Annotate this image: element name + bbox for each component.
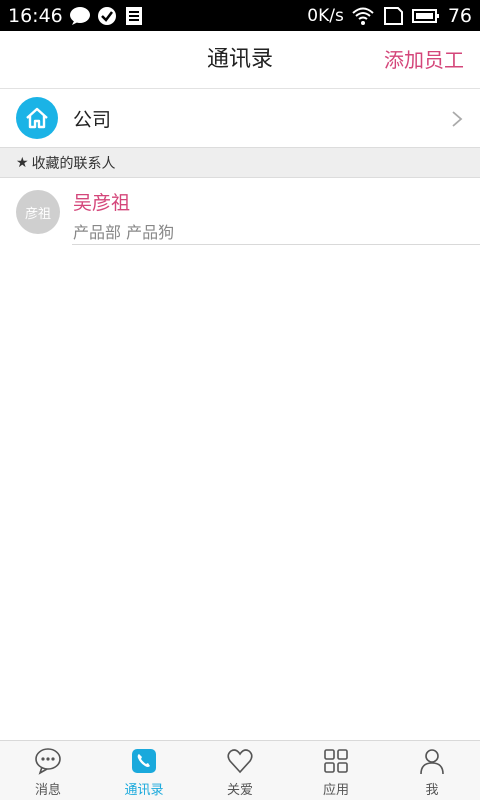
chevron-right-icon: [450, 110, 464, 128]
status-time: 16:46: [8, 4, 63, 27]
battery-level: 76: [447, 4, 472, 27]
wifi-icon: [352, 6, 374, 26]
heart-icon: [226, 747, 254, 775]
person-icon: [418, 747, 446, 775]
battery-icon: [411, 6, 440, 26]
favorites-section-header: ★ 收藏的联系人: [0, 148, 480, 178]
message-notification-icon: [69, 6, 91, 26]
company-label: 公司: [73, 108, 112, 131]
tab-label: 关爱: [226, 783, 253, 798]
star-icon: ★: [16, 154, 29, 171]
contact-list-item[interactable]: 彦祖 吴彦祖 产品部 产品狗: [0, 179, 480, 245]
network-speed: 0K/s: [307, 5, 344, 26]
favorites-section-title: 收藏的联系人: [31, 155, 116, 172]
add-employee-button[interactable]: 添加员工: [384, 31, 464, 89]
tab-label: 应用: [322, 783, 349, 798]
tab-apps[interactable]: 应用: [288, 741, 384, 800]
company-entry[interactable]: 公司: [0, 89, 480, 148]
divider: [72, 244, 480, 245]
tab-me[interactable]: 我: [384, 741, 480, 800]
tab-contacts[interactable]: 通讯录: [96, 741, 192, 800]
bottom-tab-bar: 消息 通讯录 关爱 应用 我: [0, 740, 480, 800]
sim-icon: [382, 6, 404, 26]
contact-department: 产品部 产品狗: [73, 223, 175, 242]
tab-care[interactable]: 关爱: [192, 741, 288, 800]
contact-name: 吴彦祖: [73, 192, 131, 214]
home-icon: [16, 97, 58, 139]
apps-grid-icon: [322, 747, 350, 775]
app-header: 通讯录 添加员工: [0, 31, 480, 89]
tab-label: 通讯录: [124, 783, 164, 798]
chat-bubble-icon: [34, 747, 62, 775]
document-notification-icon: [125, 6, 147, 26]
contact-avatar: 彦祖: [16, 190, 60, 234]
tab-label: 消息: [34, 783, 61, 798]
status-bar: 16:46 0K/s 76: [0, 0, 480, 31]
tab-messages[interactable]: 消息: [0, 741, 96, 800]
phone-book-icon: [130, 747, 158, 775]
check-notification-icon: [97, 6, 119, 26]
tab-label: 我: [425, 783, 439, 798]
